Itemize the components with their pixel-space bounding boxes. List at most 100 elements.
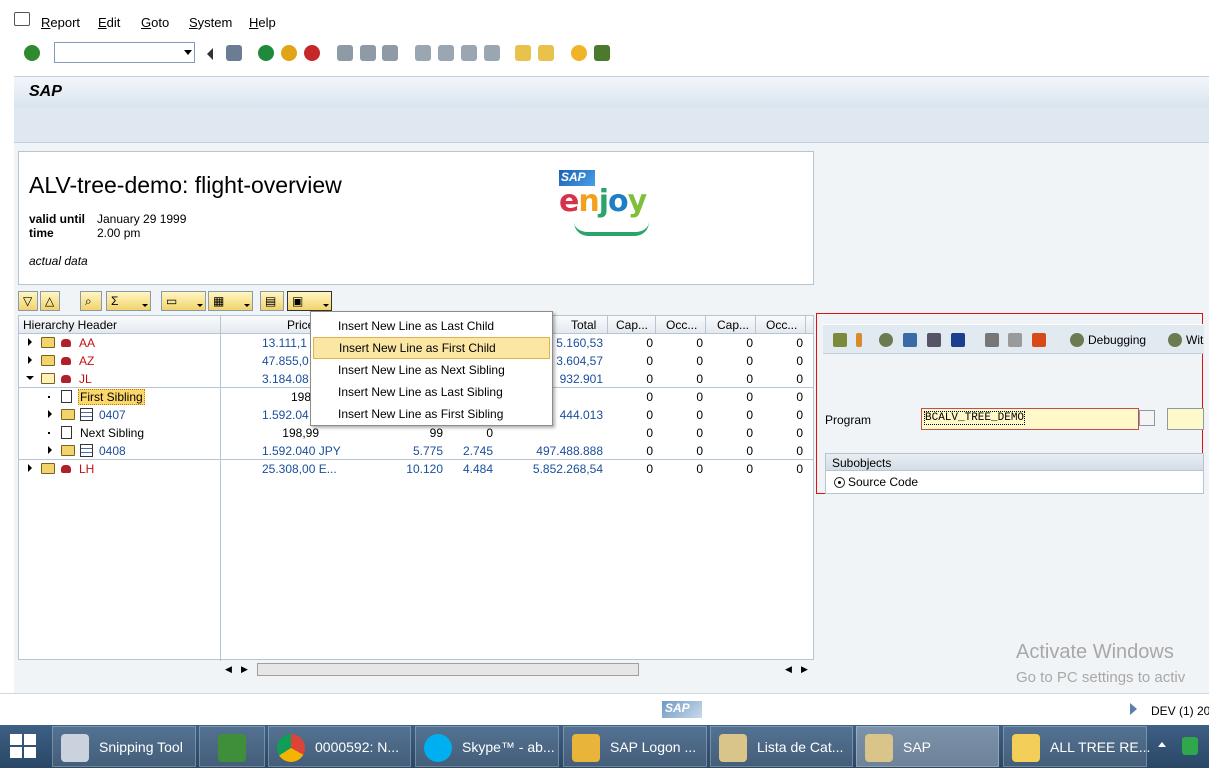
with-variant-button[interactable]: Wit [1186,333,1203,347]
task-sap-logon[interactable]: SAP Logon ... [563,726,707,767]
capacity-cell: 0 [646,336,653,350]
tree-row[interactable]: 0408 1.592.040 JPY 5.775 2.745 497.488.8… [19,442,813,460]
command-field[interactable] [54,42,195,63]
node-label[interactable]: Next Sibling [80,426,144,440]
node-label[interactable]: JL [79,372,92,386]
task-editor[interactable] [199,726,265,767]
debugging-icon[interactable] [1070,333,1084,347]
find-next-icon[interactable] [382,45,398,61]
back-arrow-icon[interactable] [205,48,213,60]
windows-start-icon[interactable] [10,734,38,760]
display-document-button[interactable] [1167,408,1204,430]
menu-item-insert-last-sibling[interactable]: Insert New Line as Last Sibling [313,381,550,403]
help-icon[interactable] [571,45,587,61]
delete-line-button[interactable]: ▤ [260,291,284,311]
node-label[interactable]: 0408 [99,444,126,458]
expand-node-icon[interactable] [28,356,32,364]
menu-item-insert-next-sibling[interactable]: Insert New Line as Next Sibling [313,359,550,381]
next-page-icon[interactable] [461,45,477,61]
menu-item-insert-last-child[interactable]: Insert New Line as Last Child [313,315,550,337]
tree-scrollbar[interactable]: ◀ ▶ ◀ ▶ [19,661,815,677]
task-lista-de-cat[interactable]: Lista de Cat... [710,726,853,767]
copy-object-icon[interactable] [1139,410,1155,426]
task-sap[interactable]: SAP [856,726,999,767]
debugging-button[interactable]: Debugging [1088,333,1146,347]
column-header-occupied-2[interactable]: Occ... [766,318,797,332]
scroll-left-icon[interactable]: ◀ [785,665,792,674]
task-skype[interactable]: Skype™ - ab... [415,726,559,767]
find-icon[interactable] [360,45,376,61]
where-used-icon[interactable] [903,333,917,347]
layout-menu-icon[interactable] [594,45,610,61]
menu-help[interactable]: Help [249,15,276,30]
data-note: actual data [29,254,88,268]
menu-edit[interactable]: Edit [98,15,120,30]
sum-button[interactable]: Σ [106,291,151,311]
with-variant-icon[interactable] [1168,333,1182,347]
scroll-right-icon[interactable]: ▶ [241,665,248,674]
tree-row[interactable]: Next Sibling 198,99 99 0 0 0 0 0 [19,424,813,442]
enter-icon[interactable] [24,45,40,61]
source-code-label[interactable]: Source Code [848,475,918,489]
back-icon[interactable] [258,45,274,61]
expand-node-icon[interactable] [28,338,32,346]
column-header-capacity-2[interactable]: Cap... [717,318,749,332]
column-header-capacity-1[interactable]: Cap... [616,318,648,332]
expand-all-button[interactable]: ▽ [18,291,38,311]
node-label[interactable]: First Sibling [78,389,145,405]
scroll-thumb[interactable] [257,663,639,676]
menu-system[interactable]: System [189,15,232,30]
expand-node-icon[interactable] [48,446,52,454]
app-menu-icon[interactable] [14,12,30,26]
cancel-icon[interactable] [304,45,320,61]
status-expand-icon[interactable] [1130,703,1137,715]
print-icon[interactable] [337,45,353,61]
layout-button[interactable]: ▦ [208,291,253,311]
expand-node-icon[interactable] [48,410,52,418]
display-object-list-icon[interactable] [927,333,941,347]
node-label[interactable]: 0407 [99,408,126,422]
menu-goto[interactable]: Goto [141,15,169,30]
node-label[interactable]: AA [79,336,95,350]
info-marker-icon[interactable] [856,333,862,347]
task-snipping-tool[interactable]: Snipping Tool [52,726,196,767]
scroll-right-icon[interactable]: ▶ [801,665,808,674]
last-page-icon[interactable] [484,45,500,61]
security-tray-icon[interactable] [1182,737,1198,755]
first-page-icon[interactable] [415,45,431,61]
chevron-down-icon[interactable] [184,50,192,55]
execute-icon[interactable] [1032,333,1046,347]
menu-report[interactable]: Report [41,15,80,30]
hierarchy-icon[interactable] [833,333,847,347]
menu-item-insert-first-child[interactable]: Insert New Line as First Child [313,337,550,359]
find-button[interactable]: ⌕ [80,291,102,311]
column-header-occupied-1[interactable]: Occ... [666,318,697,332]
insert-line-button[interactable]: ▣ [287,291,332,311]
node-label[interactable]: AZ [79,354,94,368]
collapse-node-icon[interactable] [26,376,34,380]
system-info[interactable]: DEV (1) 20 [1151,704,1209,718]
task-all-tree-report[interactable]: ALL TREE RE... [1003,726,1150,767]
save-icon[interactable] [226,45,242,61]
task-chrome[interactable]: 0000592: N... [268,726,411,767]
column-header-total[interactable]: Total [571,318,596,332]
previous-page-icon[interactable] [438,45,454,61]
shortcut-icon[interactable] [538,45,554,61]
tree-row[interactable]: LH 25.308,00 E... 10.120 4.484 5.852.268… [19,460,813,478]
test-icon[interactable] [879,333,893,347]
collapse-all-button[interactable]: △ [40,291,60,311]
scroll-left-icon[interactable]: ◀ [225,665,232,674]
print-button[interactable]: ▭ [161,291,206,311]
program-input[interactable]: BCALV_TREE_DEMO [921,408,1139,430]
info-icon[interactable] [951,333,965,347]
node-label[interactable]: LH [79,462,94,476]
copy-icon[interactable] [1008,333,1022,347]
show-hidden-icons-icon[interactable] [1158,742,1166,747]
source-code-radio[interactable] [834,477,845,488]
delete-icon[interactable] [985,333,999,347]
menu-item-insert-first-sibling[interactable]: Insert New Line as First Sibling [313,403,550,425]
expand-node-icon[interactable] [28,464,32,472]
exit-icon[interactable] [281,45,297,61]
create-session-icon[interactable] [515,45,531,61]
column-header-hierarchy[interactable]: Hierarchy Header [23,318,117,332]
